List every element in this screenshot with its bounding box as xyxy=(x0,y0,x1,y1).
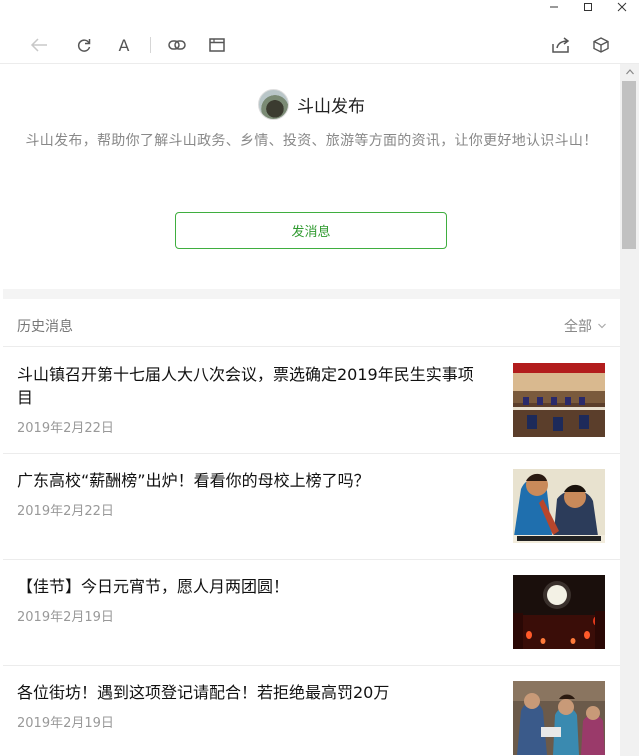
article-date: 2019年2月19日 xyxy=(17,610,114,625)
window-controls xyxy=(537,0,639,14)
article-date: 2019年2月19日 xyxy=(17,716,114,731)
content-area: 斗山发布 斗山发布，帮助你了解斗山政务、乡情、投资、旅游等方面的资讯，让你更好地… xyxy=(3,64,620,756)
open-window-button[interactable] xyxy=(202,28,232,62)
section-gap xyxy=(3,289,620,299)
font-size-button[interactable]: A xyxy=(109,28,139,62)
arrow-left-icon xyxy=(30,38,47,52)
vertical-scrollbar[interactable] xyxy=(620,64,639,756)
refresh-button[interactable] xyxy=(69,28,99,62)
article-title: 【佳节】今日元宵节，愿人月两团圆！ xyxy=(17,577,290,596)
article-thumbnail xyxy=(513,681,605,755)
filter-dropdown[interactable]: 全部 xyxy=(564,316,606,336)
font-size-label: A xyxy=(118,35,130,55)
article-thumbnail xyxy=(513,469,605,543)
scroll-thumb[interactable] xyxy=(622,81,636,249)
account-name: 斗山发布 xyxy=(297,97,365,117)
history-title: 历史消息 xyxy=(17,319,73,335)
list-item[interactable]: 斗山镇召开第十七届人大八次会议，票选确定2019年民生实事项目 2019年2月2… xyxy=(3,348,620,454)
mini-program-button[interactable] xyxy=(586,28,616,62)
avatar[interactable] xyxy=(258,89,289,120)
article-date: 2019年2月22日 xyxy=(17,504,114,519)
chevron-down-icon xyxy=(598,323,606,329)
link-icon xyxy=(168,40,186,50)
copy-link-button[interactable] xyxy=(162,28,192,62)
article-list: 斗山镇召开第十七届人大八次会议，票选确定2019年民生实事项目 2019年2月2… xyxy=(3,348,620,756)
send-message-button[interactable]: 发消息 xyxy=(175,212,447,249)
scroll-up-arrow[interactable] xyxy=(620,64,639,80)
history-header: 历史消息 全部 xyxy=(3,299,620,347)
close-icon[interactable] xyxy=(605,0,639,14)
toolbar: A xyxy=(0,28,639,62)
share-icon xyxy=(552,37,570,53)
article-thumbnail xyxy=(513,575,605,649)
minimize-icon[interactable] xyxy=(537,0,571,14)
list-item[interactable]: 广东高校“薪酬榜”出炉！看看你的母校上榜了吗？ 2019年2月22日 xyxy=(3,454,620,560)
maximize-icon[interactable] xyxy=(571,0,605,14)
window-icon xyxy=(209,38,225,52)
article-title: 广东高校“薪酬榜”出炉！看看你的母校上榜了吗？ xyxy=(17,471,370,490)
back-button[interactable] xyxy=(24,28,54,62)
list-item[interactable]: 各位街坊！遇到这项登记请配合！若拒绝最高罚20万 2019年2月19日 xyxy=(3,666,620,756)
refresh-icon xyxy=(77,39,91,52)
cube-icon xyxy=(593,37,609,53)
toolbar-separator xyxy=(150,37,151,53)
account-profile: 斗山发布 斗山发布，帮助你了解斗山政务、乡情、投资、旅游等方面的资讯，让你更好地… xyxy=(3,64,620,289)
account-description: 斗山发布，帮助你了解斗山政务、乡情、投资、旅游等方面的资讯，让你更好地认识斗山！ xyxy=(25,133,598,149)
article-title: 斗山镇召开第十七届人大八次会议，票选确定2019年民生实事项目 xyxy=(17,365,474,407)
share-button[interactable] xyxy=(546,28,576,62)
account-header: 斗山发布 xyxy=(3,89,620,120)
article-thumbnail xyxy=(513,363,605,437)
article-title: 各位街坊！遇到这项登记请配合！若拒绝最高罚20万 xyxy=(17,683,390,702)
filter-label: 全部 xyxy=(564,319,592,335)
list-item[interactable]: 【佳节】今日元宵节，愿人月两团圆！ 2019年2月19日 xyxy=(3,560,620,666)
article-date: 2019年2月22日 xyxy=(17,421,114,436)
chevron-up-icon xyxy=(625,69,634,75)
